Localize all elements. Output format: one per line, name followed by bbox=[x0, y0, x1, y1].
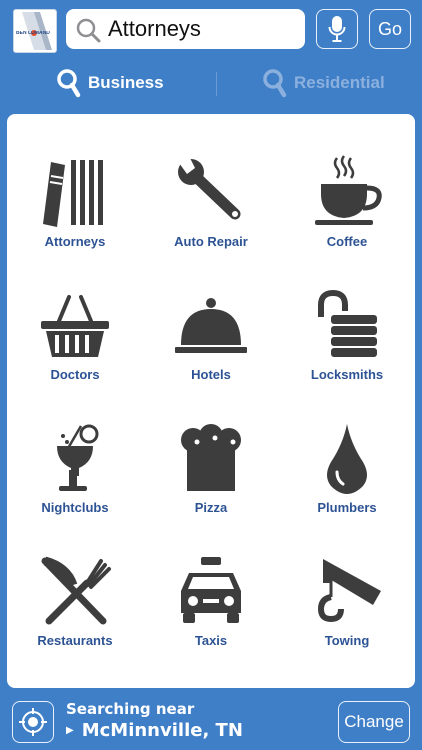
tab-residential-label: Residential bbox=[294, 73, 385, 92]
microphone-icon bbox=[328, 16, 346, 42]
search-type-tabs: Business Residential bbox=[0, 58, 422, 108]
category-grid: Attorneys Auto Repair Coffee Doctors Hot… bbox=[7, 114, 415, 688]
search-box[interactable] bbox=[66, 9, 305, 49]
category-coffee[interactable]: Coffee bbox=[279, 154, 415, 264]
voice-search-button[interactable] bbox=[316, 9, 358, 49]
searching-near-label: Searching near bbox=[66, 700, 195, 718]
logo-text: BEN LOMAND bbox=[16, 31, 50, 36]
chef-hat-icon bbox=[181, 424, 241, 491]
search-input[interactable] bbox=[108, 14, 298, 44]
go-button[interactable]: Go bbox=[369, 9, 411, 49]
change-button-label: Change bbox=[344, 712, 404, 731]
category-pizza[interactable]: Pizza bbox=[143, 420, 279, 530]
locate-me-button[interactable] bbox=[12, 701, 54, 743]
category-label: Towing bbox=[324, 633, 370, 648]
padlock-icon bbox=[318, 289, 377, 357]
category-plumbers[interactable]: Plumbers bbox=[279, 420, 415, 530]
footer-bar: Searching near ▶ McMinnville, TN Change bbox=[0, 692, 422, 750]
category-label: Nightclubs bbox=[41, 500, 109, 515]
tab-business[interactable]: Business bbox=[56, 58, 164, 108]
coffee-cup-icon bbox=[315, 155, 382, 225]
header-bar: BEN LOMAND Go Business bbox=[0, 0, 422, 108]
category-auto-repair[interactable]: Auto Repair bbox=[143, 154, 279, 264]
tab-divider bbox=[216, 72, 217, 96]
taxi-icon bbox=[181, 557, 241, 623]
change-location-button[interactable]: Change bbox=[338, 701, 410, 743]
cloche-icon bbox=[175, 298, 247, 353]
basket-icon bbox=[41, 295, 109, 357]
category-towing[interactable]: Towing bbox=[279, 553, 415, 663]
category-label: Hotels bbox=[191, 367, 231, 382]
water-drop-icon bbox=[327, 424, 367, 494]
category-label: Attorneys bbox=[44, 234, 106, 249]
category-label: Taxis bbox=[194, 633, 228, 648]
category-doctors[interactable]: Doctors bbox=[7, 287, 143, 397]
tab-residential[interactable]: Residential bbox=[262, 58, 385, 108]
category-label: Restaurants bbox=[37, 633, 113, 648]
category-label: Pizza bbox=[194, 500, 228, 515]
category-label: Auto Repair bbox=[174, 234, 248, 249]
search-icon bbox=[57, 69, 81, 98]
knife-fork-icon bbox=[41, 556, 111, 625]
go-button-label: Go bbox=[377, 18, 402, 39]
category-locksmiths[interactable]: Locksmiths bbox=[279, 287, 415, 397]
play-arrow-icon: ▶ bbox=[66, 725, 74, 736]
wrench-icon bbox=[177, 156, 241, 220]
category-attorneys[interactable]: Attorneys bbox=[7, 154, 143, 264]
current-location[interactable]: ▶ McMinnville, TN bbox=[66, 720, 243, 741]
city-name: McMinnville, TN bbox=[81, 720, 243, 741]
category-restaurants[interactable]: Restaurants bbox=[7, 553, 143, 663]
category-label: Plumbers bbox=[317, 500, 377, 515]
category-nightclubs[interactable]: Nightclubs bbox=[7, 420, 143, 530]
brand-logo: BEN LOMAND bbox=[13, 9, 57, 53]
category-label: Doctors bbox=[50, 367, 100, 382]
category-label: Locksmiths bbox=[310, 367, 384, 382]
category-taxis[interactable]: Taxis bbox=[143, 553, 279, 663]
search-icon bbox=[263, 69, 287, 98]
tow-hook-icon bbox=[317, 559, 381, 623]
tab-business-label: Business bbox=[88, 73, 164, 92]
search-icon bbox=[76, 18, 101, 43]
crosshair-icon bbox=[19, 708, 47, 736]
category-label: Coffee bbox=[326, 234, 368, 249]
books-icon bbox=[43, 160, 103, 227]
category-hotels[interactable]: Hotels bbox=[143, 287, 279, 397]
cocktail-icon bbox=[57, 424, 99, 491]
